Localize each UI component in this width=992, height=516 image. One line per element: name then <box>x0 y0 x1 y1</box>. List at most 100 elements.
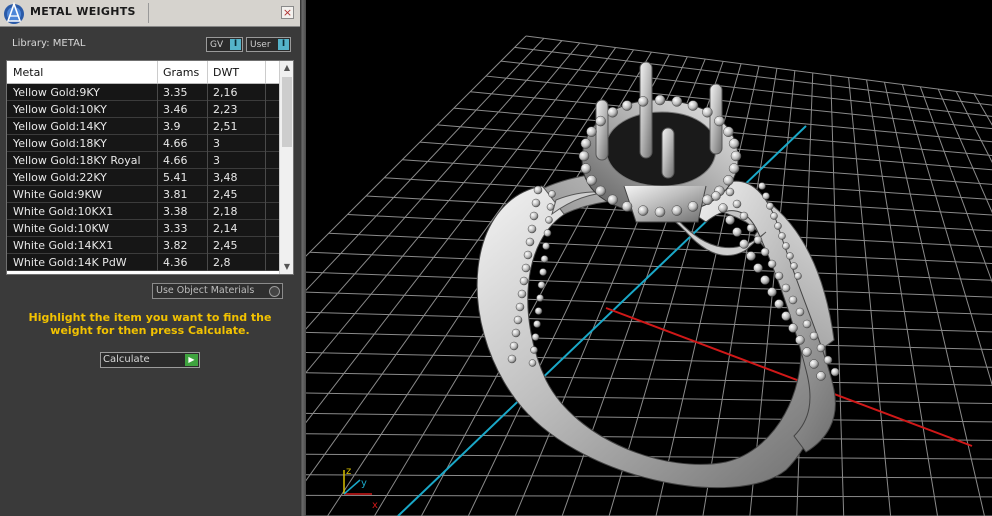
bead <box>531 198 541 208</box>
bead <box>781 283 791 293</box>
bead <box>687 100 699 111</box>
column-header-grams[interactable]: Grams <box>163 66 199 79</box>
bead <box>534 307 543 315</box>
bead <box>725 215 735 225</box>
scroll-up-icon[interactable]: ▲ <box>280 61 293 75</box>
cell-grams: 3.9 <box>163 120 181 133</box>
row-divider <box>157 101 158 118</box>
row-divider <box>157 135 158 152</box>
bead <box>654 94 666 106</box>
bead <box>654 206 666 218</box>
titlebar-separator <box>148 3 149 23</box>
row-divider <box>157 220 158 237</box>
bead <box>533 185 543 195</box>
bead <box>546 203 555 211</box>
row-divider <box>207 254 208 271</box>
row-divider <box>157 254 158 271</box>
table-row[interactable]: Yellow Gold:9KY 3.35 2,16 <box>7 84 279 101</box>
row-divider <box>207 101 208 118</box>
play-arrow-icon: ▶ <box>185 354 198 366</box>
row-divider <box>207 84 208 101</box>
grid-line <box>306 433 992 441</box>
cell-metal: White Gold:10KX1 <box>13 205 114 218</box>
bead <box>809 331 819 341</box>
bead <box>539 268 547 276</box>
gv-toggle[interactable]: GV I <box>206 37 243 52</box>
row-divider <box>265 254 266 271</box>
bead <box>586 175 597 186</box>
column-header-metal[interactable]: Metal <box>13 66 43 79</box>
cell-dwt: 2,51 <box>213 120 238 133</box>
cell-grams: 3.35 <box>163 86 188 99</box>
metal-weights-table[interactable]: Metal Grams DWT Yellow Gold:9KY 3.35 2,16 Y… <box>6 60 294 275</box>
ring-model[interactable] <box>476 61 840 489</box>
cell-metal: White Gold:9KW <box>13 188 103 201</box>
calculate-label: Calculate <box>103 354 150 365</box>
table-row[interactable]: Yellow Gold:22KY 5.41 3,48 <box>7 169 279 186</box>
bead <box>809 359 819 369</box>
bead <box>802 347 812 357</box>
cell-dwt: 2,45 <box>213 188 238 201</box>
bead <box>511 328 521 338</box>
table-row[interactable]: Yellow Gold:14KY 3.9 2,51 <box>7 118 279 135</box>
row-divider <box>265 203 266 220</box>
3d-viewport[interactable]: z y x <box>306 0 992 516</box>
table-row[interactable]: White Gold:10KW 3.33 2,14 <box>7 220 279 237</box>
bead <box>725 187 735 197</box>
bead <box>723 126 734 137</box>
grid-line <box>306 44 599 424</box>
gizmo-z-label: z <box>346 466 351 477</box>
cell-grams: 5.41 <box>163 171 188 184</box>
bead <box>702 194 713 206</box>
bead <box>702 106 713 118</box>
bead <box>519 276 529 286</box>
row-divider <box>265 118 266 135</box>
cell-grams: 4.36 <box>163 256 188 269</box>
viewport-canvas[interactable]: z y x <box>306 0 992 516</box>
row-divider <box>207 203 208 220</box>
bead <box>732 199 742 209</box>
calculate-button[interactable]: Calculate ▶ <box>100 352 200 368</box>
table-row[interactable]: Yellow Gold:10KY 3.46 2,23 <box>7 101 279 118</box>
bead <box>774 271 784 281</box>
bead <box>782 242 790 250</box>
bead <box>595 115 606 127</box>
bead <box>788 323 798 333</box>
table-row[interactable]: White Gold:14KX1 3.82 2,45 <box>7 237 279 254</box>
grid-line <box>306 412 992 423</box>
column-header-dwt[interactable]: DWT <box>213 66 239 79</box>
user-toggle-icon: I <box>278 39 289 50</box>
table-row[interactable]: Yellow Gold:18KY Royal 4.66 3 <box>7 152 279 169</box>
table-row[interactable]: White Gold:14K PdW 4.36 2,8 <box>7 254 279 271</box>
bead <box>540 255 549 263</box>
bead <box>739 211 749 221</box>
table-scrollbar[interactable]: ▲ ▼ <box>279 61 293 274</box>
user-toggle[interactable]: User I <box>246 37 291 52</box>
metal-weights-panel: METAL WEIGHTS × Library: METAL GV I User… <box>0 0 300 516</box>
bead <box>760 247 770 257</box>
cell-dwt: 3 <box>213 154 220 167</box>
radio-icon[interactable] <box>269 286 280 297</box>
scroll-down-icon[interactable]: ▼ <box>280 260 293 274</box>
bead <box>728 138 740 149</box>
table-row[interactable]: White Gold:10KX1 3.38 2,18 <box>7 203 279 220</box>
bead <box>536 294 544 302</box>
panel-titlebar: METAL WEIGHTS × <box>0 0 300 27</box>
grid-line <box>514 46 992 106</box>
cell-metal: White Gold:10KW <box>13 222 110 235</box>
use-object-materials-checkbox[interactable]: Use Object Materials <box>152 283 283 299</box>
bead <box>530 346 538 354</box>
row-divider <box>207 118 208 135</box>
close-button[interactable]: × <box>281 6 294 19</box>
bead <box>711 191 721 201</box>
gizmo-y-label: y <box>361 478 367 489</box>
scroll-thumb[interactable] <box>282 77 292 147</box>
table-row[interactable]: Yellow Gold:18KY 4.66 3 <box>7 135 279 152</box>
bead <box>795 335 805 345</box>
gv-toggle-icon: I <box>230 39 241 50</box>
bead <box>537 281 546 289</box>
table-row[interactable]: White Gold:9KW 3.81 2,45 <box>7 186 279 203</box>
bead <box>746 251 756 261</box>
bead <box>621 201 633 212</box>
cell-metal: White Gold:14K PdW <box>13 256 127 269</box>
